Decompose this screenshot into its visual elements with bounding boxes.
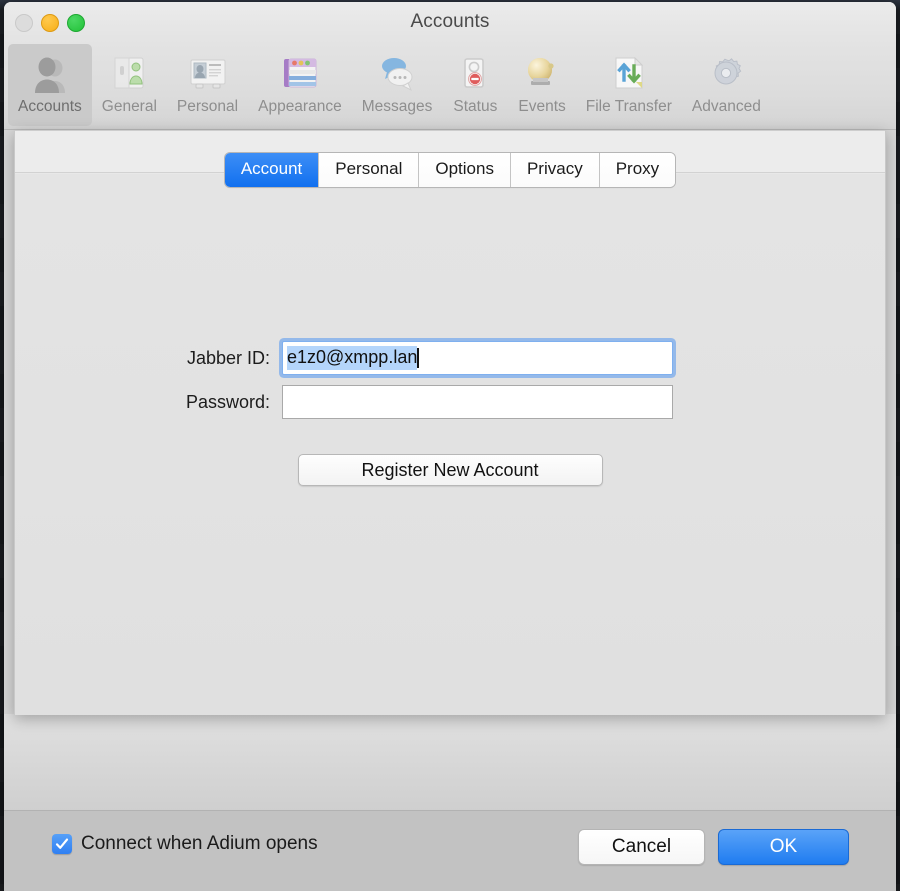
checkmark-icon	[55, 838, 69, 849]
personal-icon	[185, 50, 231, 96]
general-icon	[106, 50, 152, 96]
advanced-icon	[703, 50, 749, 96]
toolbar-item-file-transfer[interactable]: File Transfer	[576, 44, 682, 126]
jabber-id-input[interactable]: e1z0@xmpp.lan	[282, 341, 673, 375]
toolbar-item-accounts[interactable]: Accounts	[8, 44, 92, 126]
text-caret	[417, 348, 419, 368]
toolbar-item-label: Messages	[361, 98, 433, 115]
tab-personal[interactable]: Personal	[319, 153, 420, 187]
jabber-id-value: e1z0@xmpp.lan	[287, 346, 418, 370]
connect-on-open-label: Connect when Adium opens	[81, 833, 318, 854]
sheet-bottom-bar: Connect when Adium opens Cancel OK	[4, 810, 896, 891]
events-icon	[519, 50, 565, 96]
action-buttons: Cancel OK	[578, 829, 849, 865]
toolbar-item-personal[interactable]: Personal	[167, 44, 248, 126]
appearance-icon	[277, 50, 323, 96]
file-transfer-icon	[606, 50, 652, 96]
window-title: Accounts	[410, 11, 490, 32]
tab-bar: Account Personal Options Privacy Proxy	[15, 153, 885, 187]
password-input[interactable]	[282, 385, 673, 419]
toolbar-item-label: Appearance	[258, 98, 342, 115]
messages-icon	[374, 50, 420, 96]
tab-privacy[interactable]: Privacy	[510, 153, 600, 187]
password-row: Password:	[15, 385, 885, 419]
toolbar-item-label: File Transfer	[585, 98, 672, 115]
toolbar-item-advanced[interactable]: Advanced	[682, 44, 771, 126]
status-icon	[452, 50, 498, 96]
toolbar-item-label: Personal	[176, 98, 239, 115]
tab-options[interactable]: Options	[419, 153, 511, 187]
tab-account[interactable]: Account	[224, 153, 320, 187]
window-titlebar: Accounts	[4, 2, 896, 44]
preferences-toolbar: Accounts General Personal Appearance Mes…	[4, 44, 896, 130]
password-label: Password:	[185, 391, 270, 412]
tab-proxy[interactable]: Proxy	[599, 153, 676, 187]
account-settings-sheet: Account Personal Options Privacy Proxy J…	[14, 130, 886, 715]
connect-on-open-checkbox[interactable]	[52, 834, 72, 854]
jabber-id-row: Jabber ID: e1z0@xmpp.lan	[15, 341, 885, 375]
account-form: Jabber ID: e1z0@xmpp.lan Password: Regis…	[15, 341, 885, 486]
cancel-button[interactable]: Cancel	[578, 829, 705, 865]
accounts-icon	[27, 50, 73, 96]
register-new-account-button[interactable]: Register New Account	[297, 454, 603, 486]
toolbar-item-messages[interactable]: Messages	[352, 44, 443, 126]
toolbar-item-label: Events	[518, 98, 566, 115]
toolbar-item-label: Advanced	[691, 98, 761, 115]
toolbar-item-label: Status	[453, 98, 498, 115]
register-row: Register New Account	[15, 454, 885, 486]
toolbar-item-label: Accounts	[18, 98, 82, 115]
toolbar-item-label: General	[101, 98, 157, 115]
toolbar-item-events[interactable]: Events	[508, 44, 575, 126]
toolbar-item-status[interactable]: Status	[442, 44, 508, 126]
preferences-window: Accounts Accounts General Personal Appea…	[4, 2, 896, 891]
connect-on-open-row[interactable]: Connect when Adium opens	[52, 833, 318, 855]
toolbar-item-general[interactable]: General	[92, 44, 167, 126]
jabber-id-label: Jabber ID:	[186, 347, 270, 368]
toolbar-item-appearance[interactable]: Appearance	[248, 44, 352, 126]
ok-button[interactable]: OK	[718, 829, 849, 865]
